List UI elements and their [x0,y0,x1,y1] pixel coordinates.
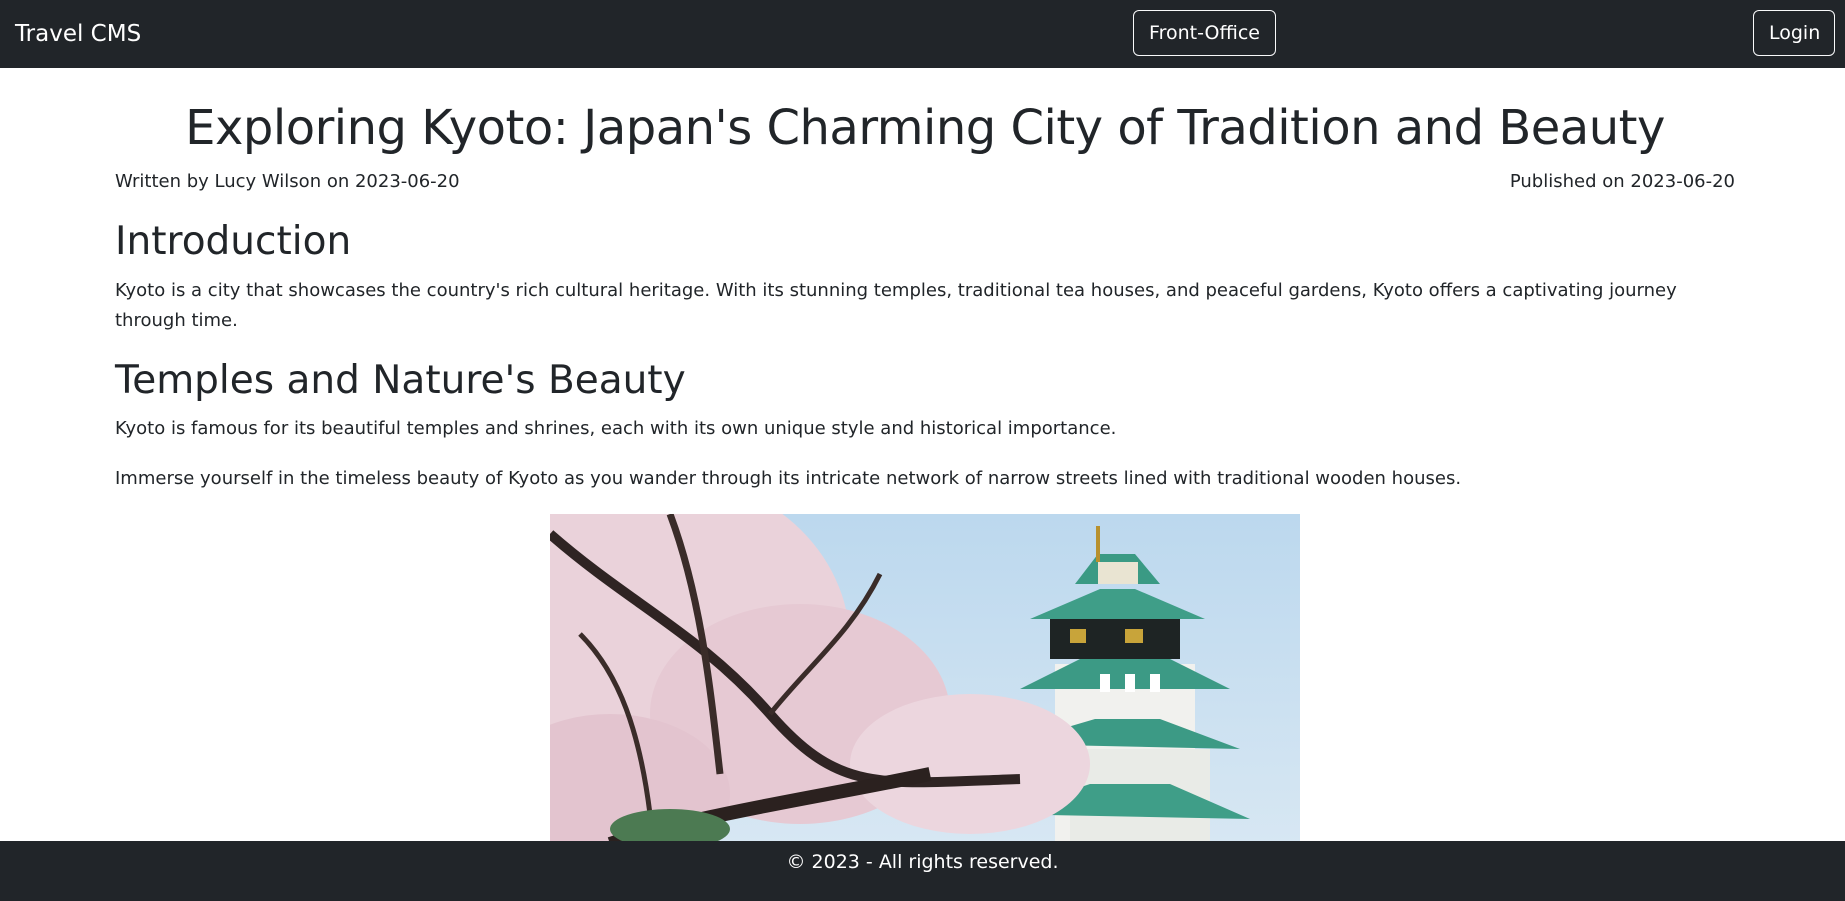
photo-illustration [550,514,1300,844]
section-paragraph: Kyoto is famous for its beautiful temple… [115,418,1117,439]
article-byline: Written by Lucy Wilson on 2023-06-20 [115,171,460,192]
brand-link[interactable]: Travel CMS [15,19,141,49]
article-published-date: Published on 2023-06-20 [1509,171,1735,192]
top-navbar: Travel CMS Front-Office Login [0,0,1845,68]
footer-copyright: © 2023 - All rights reserved. [786,851,1059,873]
section-paragraph: Kyoto is a city that showcases the count… [115,280,1677,331]
article-photo-kyoto-castle-cherry-blossoms [550,514,1300,844]
login-button[interactable]: Login [1753,10,1835,56]
section-paragraph: Immerse yourself in the timeless beauty … [115,468,1462,489]
section-heading-temples: Temples and Nature's Beauty [115,358,686,403]
section-heading-introduction: Introduction [115,219,352,264]
article-title: Exploring Kyoto: Japan's Charming City o… [185,100,1665,156]
site-footer: © 2023 - All rights reserved. [0,841,1845,901]
front-office-button[interactable]: Front-Office [1133,10,1276,56]
